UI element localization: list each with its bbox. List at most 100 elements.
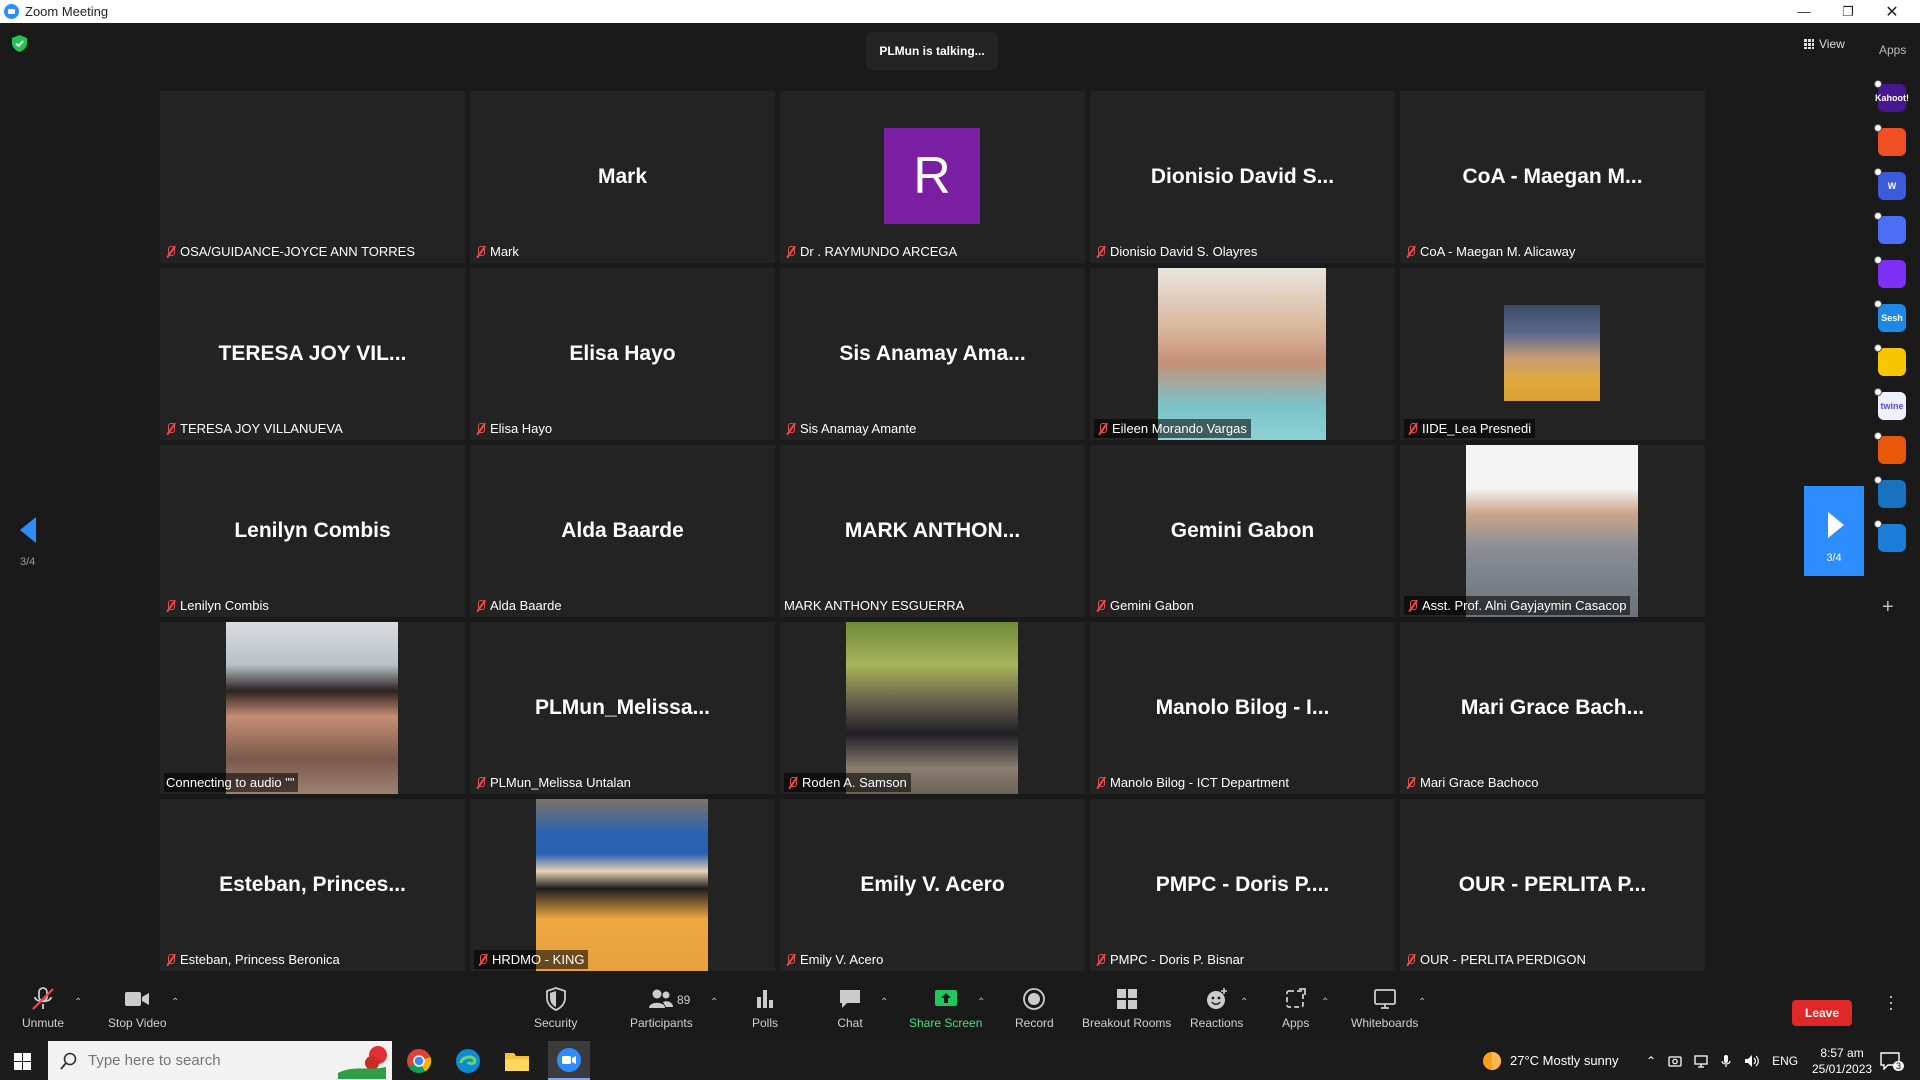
chat-options-caret-icon[interactable]: ⌃ — [880, 997, 888, 1008]
participant-tile[interactable]: IIDE_Lea Presnedi — [1400, 268, 1705, 440]
kahoot-icon[interactable]: Kahoot! — [1875, 84, 1909, 112]
reactions-button[interactable]: Reactions — [1190, 987, 1243, 1037]
whiteboards-options-caret-icon[interactable]: ⌃ — [1418, 997, 1426, 1008]
participant-tile[interactable]: TERESA JOY VIL... TERESA JOY VILLANUEVA — [160, 268, 465, 440]
previous-page-button[interactable] — [18, 517, 38, 543]
apps-options-caret-icon[interactable]: ⌃ — [1321, 997, 1329, 1008]
participant-tile[interactable]: Emily V. Acero Emily V. Acero — [780, 799, 1085, 971]
chrome-taskbar-icon[interactable] — [404, 1046, 434, 1076]
sync-app-icon[interactable] — [1878, 480, 1906, 508]
participant-tile[interactable]: Lenilyn Combis Lenilyn Combis — [160, 445, 465, 617]
notification-center-button[interactable]: 3 — [1880, 1041, 1905, 1080]
shield-icon[interactable] — [12, 35, 27, 52]
edge-taskbar-icon[interactable] — [453, 1046, 483, 1076]
microphone-tray-icon[interactable] — [1720, 1054, 1732, 1068]
record-button[interactable]: Record — [1015, 987, 1054, 1037]
file-explorer-taskbar-icon[interactable] — [502, 1046, 532, 1076]
taskbar-search-input[interactable] — [88, 1052, 308, 1069]
meeting-toolbar: Unmute ⌃ Stop Video ⌃ Security Participa… — [0, 979, 1920, 1041]
participant-name: MARK ANTHONY ESGUERRA — [784, 598, 965, 613]
breakout-rooms-button[interactable]: Breakout Rooms — [1082, 987, 1171, 1037]
leave-button[interactable]: Leave — [1792, 1000, 1852, 1026]
polls-button[interactable]: Polls — [752, 987, 778, 1037]
participant-tile[interactable]: Roden A. Samson — [780, 622, 1085, 794]
audio-options-caret-icon[interactable]: ⌃ — [74, 997, 82, 1008]
video-options-caret-icon[interactable]: ⌃ — [171, 997, 179, 1008]
share-screen-button[interactable]: Share Screen — [909, 987, 982, 1037]
participant-tile[interactable]: HRDMO - KING — [470, 799, 775, 971]
tray-expand-chevron-icon[interactable]: ⌃ — [1646, 1054, 1656, 1068]
participant-photo — [226, 622, 398, 794]
stop-video-button[interactable]: Stop Video — [108, 987, 167, 1037]
participant-tile[interactable]: R Dr . RAYMUNDO ARCEGA — [780, 91, 1085, 263]
app-notification-dot-icon — [1874, 300, 1882, 308]
participant-name: PMPC - Doris P. Bisnar — [1110, 952, 1245, 967]
apps-button[interactable]: Apps — [1282, 987, 1309, 1037]
scribble-icon[interactable] — [1878, 128, 1906, 156]
volume-icon[interactable] — [1744, 1054, 1760, 1068]
participant-tile[interactable]: Connecting to audio "" — [160, 622, 465, 794]
mosaic-app-icon[interactable] — [1878, 436, 1906, 464]
participant-name: Dionisio David S. Olayres — [1110, 244, 1258, 259]
participants-options-caret-icon[interactable]: ⌃ — [710, 997, 718, 1008]
security-button[interactable]: Security — [534, 987, 577, 1037]
twine-icon[interactable]: twine — [1878, 392, 1906, 420]
participant-tile[interactable]: CoA - Maegan M... CoA - Maegan M. Alicawa… — [1400, 91, 1705, 263]
participant-name-label: Dionisio David S. Olayres — [1094, 242, 1261, 261]
participant-tile[interactable]: Manolo Bilog - I... Manolo Bilog - ICT De… — [1090, 622, 1395, 794]
participant-tile[interactable]: Mark Mark — [470, 91, 775, 263]
clock[interactable]: 8:57 am 25/01/2023 — [1812, 1041, 1872, 1080]
participant-tile[interactable]: Gemini Gabon Gemini Gabon — [1090, 445, 1395, 617]
participant-tile[interactable]: MARK ANTHON... MARK ANTHONY ESGUERRA — [780, 445, 1085, 617]
stack-app-icon[interactable] — [1878, 524, 1906, 552]
windows-start-button[interactable] — [14, 1053, 31, 1070]
app-notification-dot-icon — [1874, 212, 1882, 220]
reactions-options-caret-icon[interactable]: ⌃ — [1240, 997, 1248, 1008]
participant-tile[interactable]: Elisa Hayo Elisa Hayo — [470, 268, 775, 440]
participant-tile[interactable]: OSA/GUIDANCE-JOYCE ANN TORRES — [160, 91, 465, 263]
participant-name: Esteban, Princess Beronica — [180, 952, 340, 967]
share-options-caret-icon[interactable]: ⌃ — [977, 997, 985, 1008]
chevron-right-icon — [1828, 512, 1844, 538]
whiteboards-button[interactable]: Whiteboards — [1351, 987, 1418, 1037]
chat-button[interactable]: Chat — [837, 987, 863, 1037]
chat-bubble-icon[interactable] — [1878, 216, 1906, 244]
participant-tile[interactable]: Eileen Morando Vargas — [1090, 268, 1395, 440]
taskbar-search-box[interactable] — [48, 1041, 392, 1080]
weather-widget[interactable]: 27°C Mostly sunny — [1480, 1041, 1619, 1080]
wordwall-icon[interactable]: W — [1878, 172, 1906, 200]
participant-name: Lenilyn Combis — [180, 598, 269, 613]
participant-tile[interactable]: Mari Grace Bach... Mari Grace Bachoco — [1400, 622, 1705, 794]
mic-muted-icon — [1094, 776, 1107, 789]
participant-name-label: Mark — [474, 242, 523, 261]
mic-muted-icon — [784, 953, 797, 966]
video-camera-icon — [125, 992, 150, 1006]
unmute-button[interactable]: Unmute — [22, 987, 64, 1037]
close-button[interactable]: ✕ — [1870, 0, 1914, 23]
sesh-icon[interactable]: Sesh — [1878, 304, 1906, 332]
participants-icon — [649, 989, 674, 1008]
participant-tile[interactable]: PLMun_Melissa... PLMun_Melissa Untalan — [470, 622, 775, 794]
more-options-icon[interactable]: · · · — [1888, 987, 1894, 1017]
participant-tile[interactable]: Alda Baarde Alda Baarde — [470, 445, 775, 617]
restore-button[interactable]: ❐ — [1826, 0, 1870, 23]
participant-tile[interactable]: OUR - PERLITA P... OUR - PERLITA PERDIGON — [1400, 799, 1705, 971]
network-icon[interactable] — [1694, 1054, 1708, 1068]
participant-tile[interactable]: PMPC - Doris P.... PMPC - Doris P. Bisnar — [1090, 799, 1395, 971]
stripes-app-icon[interactable] — [1878, 260, 1906, 288]
emoji-app-icon[interactable] — [1878, 348, 1906, 376]
language-indicator[interactable]: ENG — [1772, 1054, 1798, 1068]
participant-tile[interactable]: Asst. Prof. Alni Gayjaymin Casacop — [1400, 445, 1705, 617]
minimize-button[interactable]: — — [1782, 0, 1826, 23]
zoom-taskbar-icon[interactable] — [548, 1041, 590, 1080]
previous-page-indicator: 3/4 — [20, 556, 36, 568]
mic-muted-icon — [1094, 599, 1107, 612]
participant-tile[interactable]: Sis Anamay Ama... Sis Anamay Amante — [780, 268, 1085, 440]
participant-name: Sis Anamay Amante — [800, 421, 917, 436]
next-page-button[interactable]: 3/4 — [1804, 486, 1864, 576]
participant-tile[interactable]: Esteban, Princes... Esteban, Princess Ber… — [160, 799, 465, 971]
participant-tile[interactable]: Dionisio David S... Dionisio David S. Ola… — [1090, 91, 1395, 263]
view-button[interactable]: View — [1804, 33, 1845, 55]
camera-tray-icon[interactable] — [1668, 1054, 1682, 1068]
add-app-icon[interactable]: + — [1882, 596, 1894, 619]
